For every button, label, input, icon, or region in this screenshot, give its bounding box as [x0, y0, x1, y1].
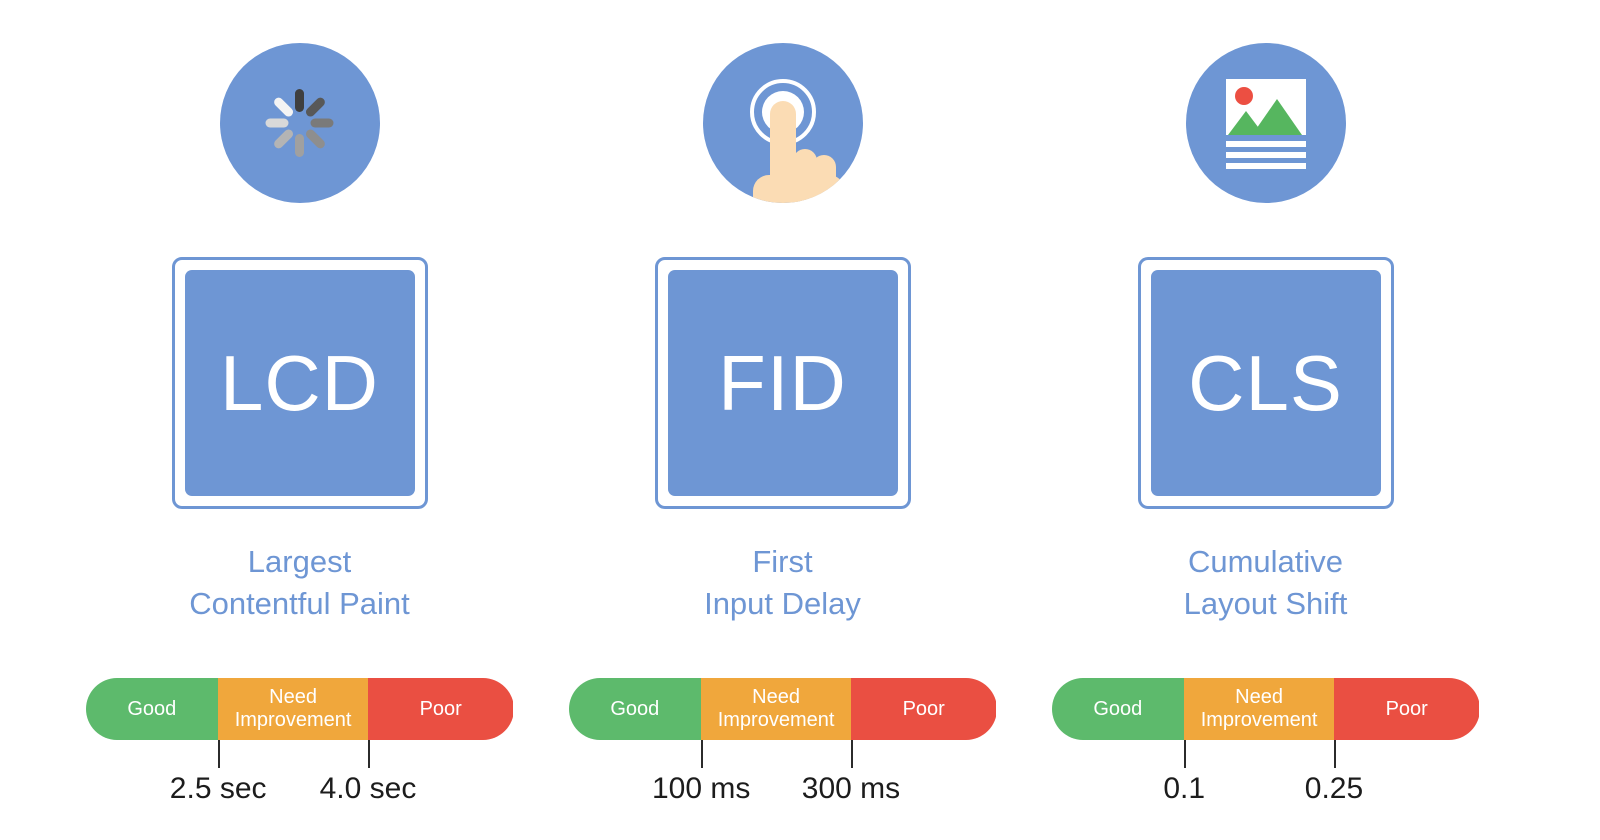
- tick-mark: [367, 740, 370, 769]
- threshold-ticks: 0.1 0.25: [1052, 740, 1480, 810]
- loading-spinner-icon: [262, 85, 338, 161]
- spinner-spoke: [295, 134, 304, 157]
- threshold-bar-lcp: Good Need Improvement Poor 2.5 sec 4.0 s…: [85, 678, 514, 805]
- metric-column-lcp: LCD Largest Contentful Paint Good Need I…: [58, 0, 541, 805]
- spinner-spoke: [304, 95, 327, 119]
- text-line: [1225, 163, 1306, 169]
- segment-poor: Poor: [367, 678, 514, 741]
- metric-column-fid: FID First Input Delay Good Need Improvem…: [541, 0, 1024, 805]
- metric-card-fill: CLS: [1150, 270, 1381, 496]
- hand-knuckle: [792, 149, 817, 203]
- tick-mark: [218, 740, 221, 769]
- spinner-spoke: [295, 89, 304, 112]
- tap-gesture-icon: [703, 43, 863, 203]
- image-placeholder-icon: [1225, 79, 1306, 169]
- threshold-ticks: 100 ms 300 ms: [569, 740, 997, 810]
- image-placeholder-icon-badge: [1185, 43, 1346, 203]
- tap-gesture-icon-badge: [702, 43, 863, 203]
- spinner-spoke: [272, 127, 295, 151]
- spinner-spoke: [265, 118, 289, 128]
- metric-caption: Cumulative Layout Shift: [1183, 544, 1348, 621]
- pointing-finger: [769, 101, 796, 189]
- segment-need-improvement: Need Improvement: [1184, 678, 1334, 741]
- threshold-label-good-max: 2.5 sec: [169, 772, 267, 806]
- threshold-bar: Good Need Improvement Poor: [1051, 678, 1480, 741]
- segment-need-improvement: Need Improvement: [218, 678, 368, 741]
- segment-good: Good: [85, 678, 219, 741]
- metric-column-cls: CLS Cumulative Layout Shift Good Need Im…: [1024, 0, 1507, 805]
- threshold-label-poor-min: 0.25: [1304, 772, 1364, 806]
- metric-acronym: CLS: [1188, 339, 1343, 427]
- metric-card-fill: LCD: [184, 270, 415, 496]
- threshold-bar-cls: Good Need Improvement Poor 0.1 0.25: [1051, 678, 1480, 805]
- metric-card-fid: FID: [654, 257, 911, 509]
- metric-columns: LCD Largest Contentful Paint Good Need I…: [0, 0, 1600, 840]
- tick-mark: [1184, 740, 1187, 769]
- core-web-vitals-infographic: LCD Largest Contentful Paint Good Need I…: [0, 0, 1600, 840]
- metric-caption: Largest Contentful Paint: [189, 544, 410, 621]
- segment-poor: Poor: [850, 678, 997, 741]
- metric-card-lcp: LCD: [171, 257, 428, 509]
- threshold-label-poor-min: 300 ms: [801, 772, 901, 806]
- sun-icon: [1234, 87, 1253, 105]
- threshold-bar: Good Need Improvement Poor: [568, 678, 997, 741]
- threshold-bar-fid: Good Need Improvement Poor 100 ms 300 ms: [568, 678, 997, 805]
- loading-spinner-icon-badge: [219, 43, 380, 203]
- spinner-spoke: [310, 118, 334, 128]
- threshold-label-poor-min: 4.0 sec: [319, 772, 417, 806]
- metric-caption: First Input Delay: [704, 544, 861, 621]
- text-line: [1225, 141, 1306, 147]
- mountain-shape: [1251, 99, 1302, 135]
- metric-acronym: LCD: [219, 339, 380, 427]
- metric-card-cls: CLS: [1137, 257, 1394, 509]
- threshold-bar: Good Need Improvement Poor: [85, 678, 514, 741]
- segment-poor: Poor: [1333, 678, 1480, 741]
- tick-mark: [850, 740, 853, 769]
- segment-good: Good: [1051, 678, 1185, 741]
- text-line: [1225, 152, 1306, 158]
- segment-need-improvement: Need Improvement: [701, 678, 851, 741]
- spinner-spoke: [304, 127, 327, 151]
- spinner-spoke: [272, 95, 295, 119]
- metric-acronym: FID: [718, 339, 847, 427]
- segment-good: Good: [568, 678, 702, 741]
- photo-frame: [1225, 79, 1306, 135]
- tick-mark: [701, 740, 704, 769]
- metric-card-fill: FID: [667, 270, 898, 496]
- threshold-ticks: 2.5 sec 4.0 sec: [86, 740, 514, 810]
- threshold-label-good-max: 100 ms: [651, 772, 751, 806]
- threshold-label-good-max: 0.1: [1163, 772, 1206, 806]
- tick-mark: [1333, 740, 1336, 769]
